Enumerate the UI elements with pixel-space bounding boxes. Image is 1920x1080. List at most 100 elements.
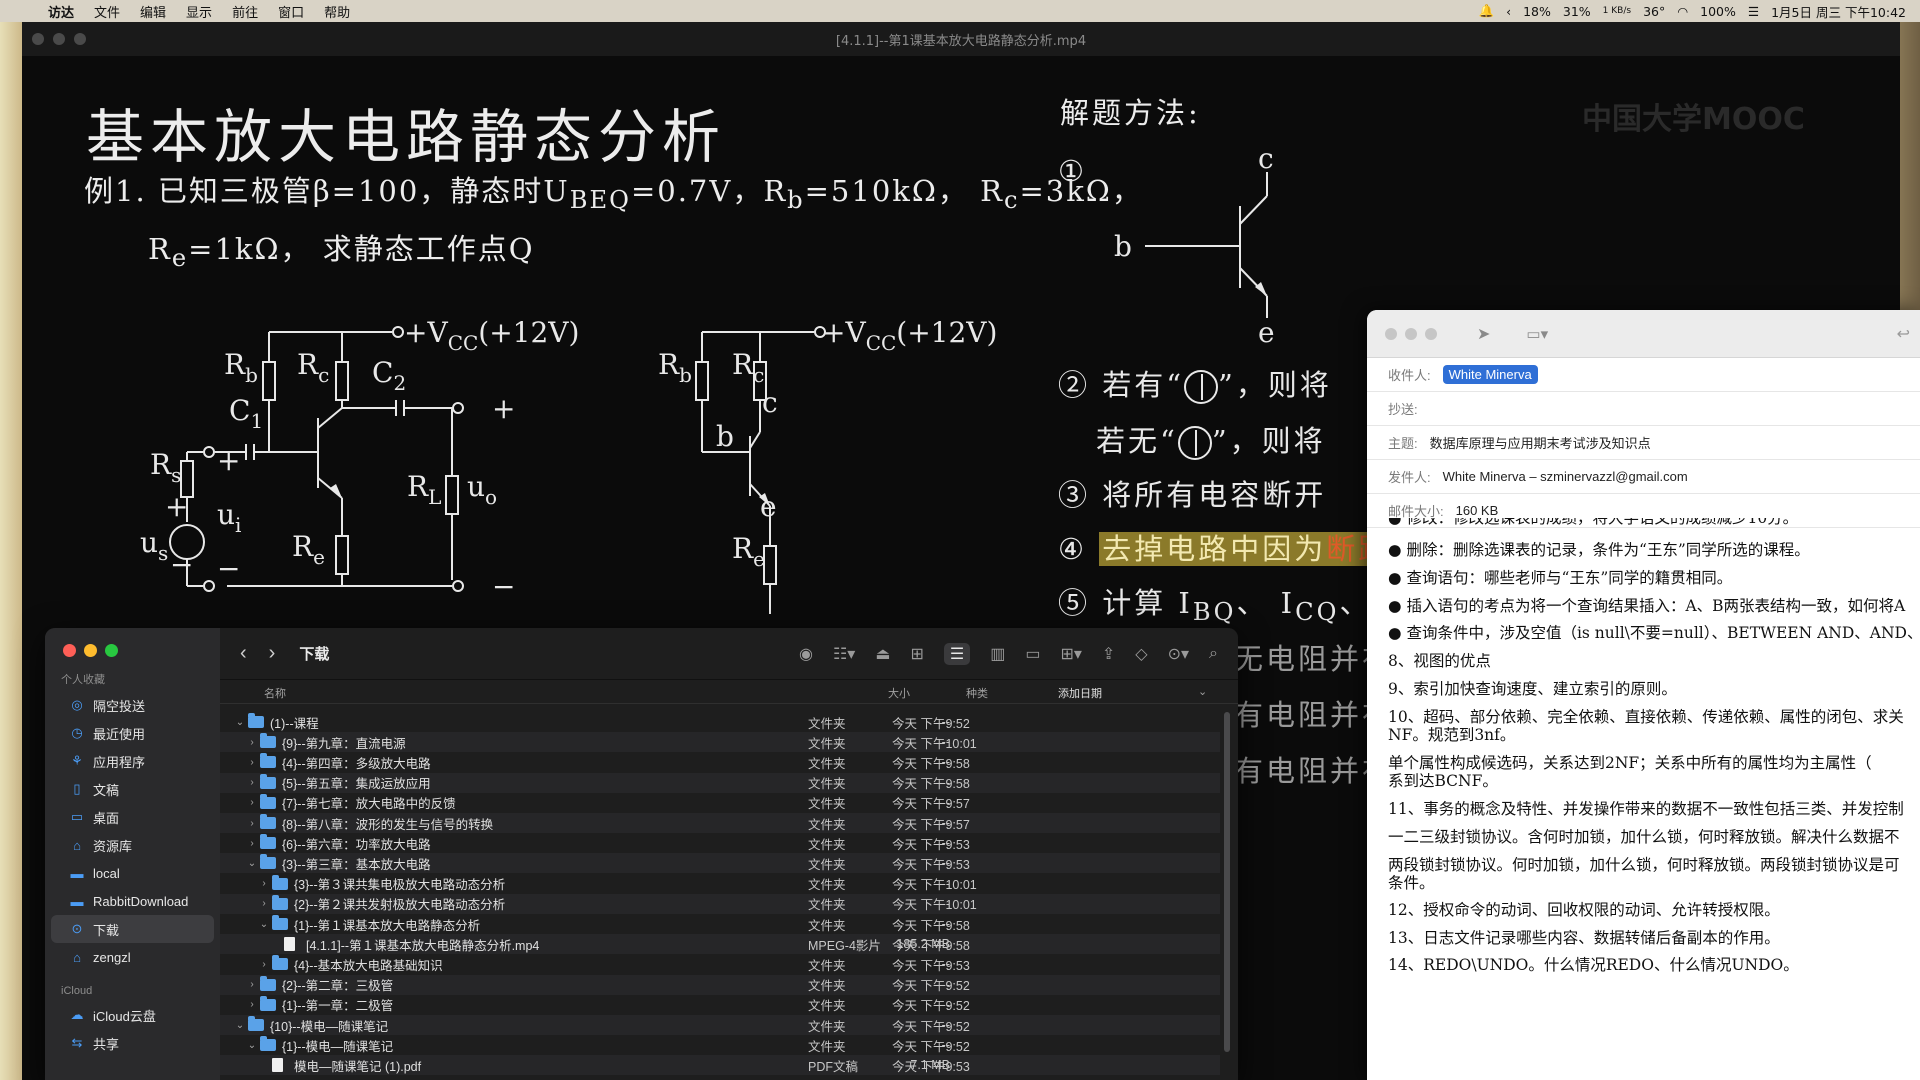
- more-actions-icon[interactable]: ⊙▾: [1168, 644, 1189, 664]
- table-row[interactable]: ⌄ (1)--课程 -- 文件夹 今天 下午9:52: [220, 712, 1220, 732]
- disclosure-closed-icon[interactable]: ›: [246, 838, 258, 849]
- table-row[interactable]: ⌄ {1}--模电—随课笔记 -- 文件夹 今天 下午9:52: [220, 1035, 1220, 1055]
- sidebar-item-label: 文稿: [93, 782, 120, 798]
- table-row[interactable]: › {2}--第２课共发射极放大电路动态分析 -- 文件夹 今天 下午10:01: [220, 893, 1220, 914]
- sidebar-item-0-sb-list[interactable]: ◎ 隔空投送: [51, 691, 214, 719]
- sidebar-item-3-sb-list[interactable]: ▯ 文稿: [51, 775, 214, 803]
- to-field[interactable]: 收件人: White Minerva: [1367, 358, 1920, 392]
- mail-body[interactable]: ● 修改：修改选课表的成绩，将大学语文的成绩减少10分。 ● 删除：删除选课表的记…: [1367, 518, 1920, 1080]
- table-row[interactable]: › {5}--第五章：集成运放应用 -- 文件夹 今天 下午9:58: [220, 772, 1220, 793]
- cc-field[interactable]: 抄送:: [1367, 392, 1920, 426]
- table-row[interactable]: › {2}--第二章：三极管 -- 文件夹 今天 下午9:52: [220, 974, 1220, 995]
- table-row[interactable]: ⌄ {3}--第三章：基本放大电路 -- 文件夹 今天 下午9:53: [220, 853, 1220, 874]
- airdrop-icon[interactable]: ◉: [799, 644, 813, 664]
- chevron-left-icon[interactable]: ‹: [1506, 4, 1511, 19]
- column-kind[interactable]: 种类: [966, 685, 988, 701]
- table-row[interactable]: [4.1.1]--第１课基本放大电路静态分析.mp4 185.2 MB MPEG-4…: [220, 934, 1220, 955]
- battery-percent[interactable]: 100%: [1700, 4, 1736, 19]
- menu-edit[interactable]: 编辑: [130, 2, 176, 21]
- disclosure-closed-icon[interactable]: ›: [246, 818, 258, 829]
- sidebar-item-label: 应用程序: [93, 754, 146, 770]
- menu-view[interactable]: 显示: [176, 2, 222, 21]
- sidebar-item-1-sb-icloud[interactable]: ⇆ 共享: [51, 1029, 214, 1057]
- table-row[interactable]: › {9}--第九章：直流电源 -- 文件夹 今天 下午10:01: [220, 732, 1220, 753]
- sidebar-item-4-sb-list[interactable]: ▭ 桌面: [51, 803, 214, 831]
- list-view-icon[interactable]: ☰: [943, 643, 971, 665]
- column-view-icon[interactable]: ▥: [990, 644, 1005, 664]
- sidebar-item-9-sb-list[interactable]: ⌂ zengzl: [51, 943, 214, 971]
- network-speed[interactable]: 1 KB/s: [1603, 6, 1631, 16]
- menu-go[interactable]: 前往: [222, 2, 268, 21]
- menu-file[interactable]: 文件: [84, 2, 130, 21]
- sidebar-item-6-sb-list[interactable]: ▬ local: [51, 859, 214, 887]
- table-row[interactable]: › {4}--基本放大电路基础知识 -- 文件夹 今天 下午9:53: [220, 954, 1220, 974]
- share-icon[interactable]: ⇪: [1102, 644, 1115, 664]
- disclosure-closed-icon[interactable]: ›: [246, 979, 258, 990]
- notification-bell-icon[interactable]: 🔔: [1479, 3, 1495, 19]
- tag-icon[interactable]: ◇: [1135, 644, 1147, 664]
- disclosure-closed-icon[interactable]: ›: [246, 777, 258, 788]
- disclosure-closed-icon[interactable]: ›: [246, 797, 258, 808]
- cpu-meter-2[interactable]: 31%: [1563, 4, 1591, 19]
- header-fields-icon[interactable]: ▭▾: [1526, 325, 1548, 343]
- disclosure-open-icon[interactable]: ⌄: [246, 1040, 258, 1051]
- sidebar-item-1-sb-list[interactable]: ◷ 最近使用: [51, 719, 214, 747]
- close-button[interactable]: [63, 644, 76, 657]
- table-row[interactable]: › {7}--第七章：放大电路中的反馈 -- 文件夹 今天 下午9:57: [220, 793, 1220, 813]
- cpu-meter-1[interactable]: 18%: [1523, 4, 1551, 19]
- subject-field[interactable]: 主题: 数据库原理与应用期末考试涉及知识点: [1367, 426, 1920, 460]
- group-icon[interactable]: ⊞▾: [1060, 644, 1081, 664]
- table-row[interactable]: › {6}--第六章：功率放大电路 -- 文件夹 今天 下午9:53: [220, 833, 1220, 853]
- group-by-icon[interactable]: ☷▾: [833, 644, 855, 664]
- recipient-token[interactable]: White Minerva: [1442, 365, 1538, 384]
- table-row[interactable]: › {1}--第一章：二极管 -- 文件夹 今天 下午9:52: [220, 995, 1220, 1015]
- column-size[interactable]: 大小: [888, 685, 910, 701]
- table-row[interactable]: ⌄ {1}--第１课基本放大电路静态分析 -- 文件夹 今天 下午9:58: [220, 914, 1220, 934]
- disclosure-closed-icon[interactable]: ›: [246, 999, 258, 1010]
- table-row[interactable]: ⌄ {10}--模电—随课笔记 -- 文件夹 今天 下午9:52: [220, 1015, 1220, 1035]
- disclosure-closed-icon[interactable]: ›: [258, 898, 270, 909]
- menu-finder[interactable]: 访达: [38, 2, 84, 21]
- scrollbar[interactable]: [1224, 712, 1230, 1052]
- icon-view-icon[interactable]: ⊞: [910, 644, 923, 664]
- sidebar-item-7-sb-list[interactable]: ▬ RabbitDownload: [51, 887, 214, 915]
- control-center-icon[interactable]: ☰: [1748, 4, 1759, 19]
- table-row[interactable]: 模电—随课笔记 (1).pdf 7.1 MB PDF文稿 今天 下午9:53: [220, 1055, 1220, 1076]
- disclosure-closed-icon[interactable]: ›: [258, 959, 270, 970]
- table-row[interactable]: › {8}--第八章：波形的发生与信号的转换 -- 文件夹 今天 下午9:57: [220, 813, 1220, 833]
- disclosure-closed-icon[interactable]: ›: [258, 878, 270, 889]
- gallery-view-icon[interactable]: ▭: [1025, 644, 1040, 664]
- disclosure-open-icon[interactable]: ⌄: [234, 1020, 246, 1031]
- forward-arrow-icon[interactable]: ›: [269, 642, 276, 665]
- back-arrow-icon[interactable]: ‹: [240, 642, 247, 665]
- sort-chevron-icon[interactable]: ⌄: [1198, 685, 1207, 698]
- table-row[interactable]: › {4}--第四章：多级放大电路 -- 文件夹 今天 下午9:58: [220, 752, 1220, 772]
- eject-icon[interactable]: ⏏: [875, 644, 890, 664]
- from-field[interactable]: 发件人: White Minerva – szminervazzl@gmail.c…: [1367, 460, 1920, 494]
- temperature-reading[interactable]: 36°: [1643, 4, 1665, 19]
- column-name[interactable]: 名称: [264, 685, 286, 701]
- send-icon[interactable]: ➤: [1477, 324, 1490, 344]
- disclosure-open-icon[interactable]: ⌄: [246, 858, 258, 869]
- disclosure-open-icon[interactable]: ⌄: [258, 919, 270, 930]
- sidebar-item-8-sb-list[interactable]: ⊙ 下载: [51, 915, 214, 943]
- menu-help[interactable]: 帮助: [314, 2, 360, 21]
- disclosure-open-icon[interactable]: ⌄: [234, 717, 246, 728]
- wifi-icon[interactable]: ◠: [1677, 4, 1688, 19]
- disclosure-closed-icon[interactable]: ›: [246, 737, 258, 748]
- menu-window[interactable]: 窗口: [268, 2, 314, 21]
- disclosure-closed-icon[interactable]: ›: [246, 757, 258, 768]
- search-icon[interactable]: ⌕: [1209, 645, 1218, 663]
- minimize-button[interactable]: [1405, 327, 1417, 340]
- sidebar-item-0-sb-icloud[interactable]: ☁ iCloud云盘: [51, 1001, 214, 1029]
- zoom-button[interactable]: [1425, 327, 1437, 340]
- zoom-button[interactable]: [105, 644, 118, 657]
- minimize-button[interactable]: [84, 644, 97, 657]
- close-button[interactable]: [1385, 327, 1397, 340]
- clock[interactable]: 1月5日 周三 下午10:42: [1771, 2, 1906, 21]
- table-row[interactable]: › {3}--第３课共集电极放大电路动态分析 -- 文件夹 今天 下午10:01: [220, 874, 1220, 894]
- column-date-added[interactable]: 添加日期: [1058, 685, 1102, 701]
- sidebar-item-2-sb-list[interactable]: ⚘ 应用程序: [51, 747, 214, 775]
- sidebar-item-5-sb-list[interactable]: ⌂ 资源库: [51, 831, 214, 859]
- reply-icon[interactable]: ↩: [1897, 324, 1910, 344]
